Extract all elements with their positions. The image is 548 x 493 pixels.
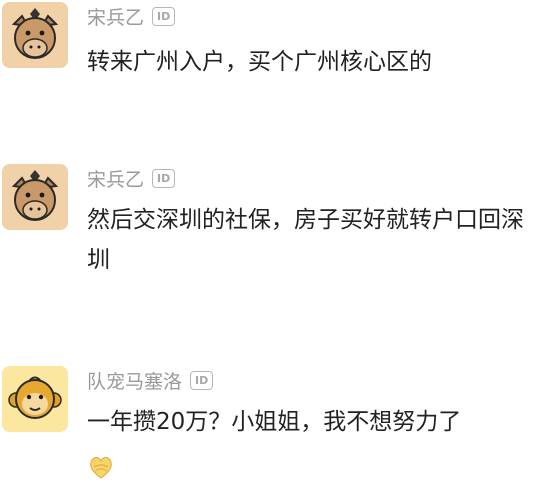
monkey-avatar-icon [2,366,68,432]
id-badge: ID [152,6,176,26]
heart-hands-emoji-icon [90,457,112,479]
id-badge: ID [190,370,214,390]
id-badge: ID [152,168,176,188]
comment-text: 一年攒20万？小姐姐，我不想努力了 [87,409,462,435]
donkey-avatar-icon [2,164,68,230]
donkey-avatar-icon [2,2,68,68]
username[interactable]: 宋兵乙 ID [87,2,176,30]
username-text: 宋兵乙 [87,6,145,29]
avatar[interactable] [2,366,68,432]
username[interactable]: 宋兵乙 ID [87,164,176,192]
avatar[interactable] [2,2,68,68]
username-text: 队宠马塞洛 [87,370,183,393]
avatar[interactable] [2,164,68,230]
comment-text: 然后交深圳的社保，房子买好就转户口回深圳 [87,207,524,273]
comment-text: 转来广州入户，买个广州核心区的 [87,49,432,75]
username-text: 宋兵乙 [87,168,145,191]
username[interactable]: 队宠马塞洛 ID [87,364,214,396]
